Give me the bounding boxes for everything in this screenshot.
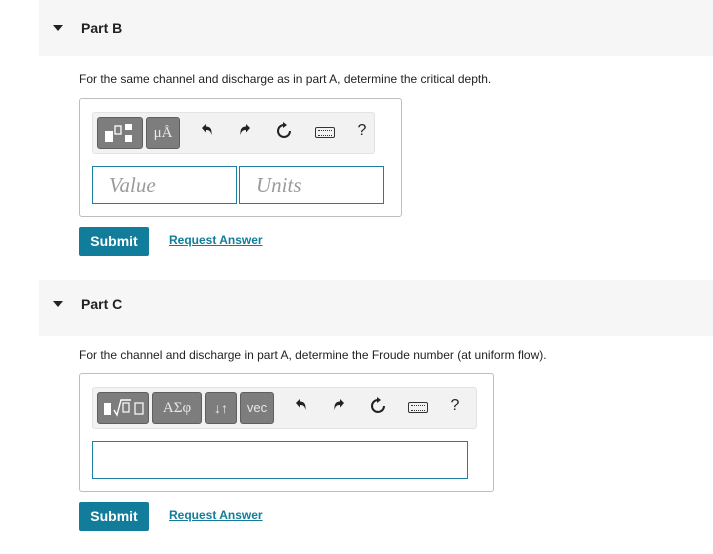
froude-number-input[interactable] xyxy=(92,441,468,479)
reset-icon[interactable] xyxy=(368,397,388,420)
value-input[interactable]: Value xyxy=(92,166,237,204)
part-b-submit-button[interactable]: Submit xyxy=(79,227,149,256)
vector-button[interactable]: vec xyxy=(240,392,274,424)
units-button[interactable]: μÅ xyxy=(146,117,180,149)
part-c-request-answer-link[interactable]: Request Answer xyxy=(169,508,263,522)
collapse-caret-icon[interactable] xyxy=(53,301,63,307)
part-b-request-answer-link[interactable]: Request Answer xyxy=(169,233,263,247)
redo-icon[interactable] xyxy=(329,397,349,418)
units-input[interactable]: Units xyxy=(239,166,384,204)
vector-label: vec xyxy=(246,400,268,415)
collapse-caret-icon[interactable] xyxy=(53,25,63,31)
keyboard-icon[interactable] xyxy=(315,127,335,138)
part-c-toolbar: ΑΣφ ↓↑ vec ? xyxy=(92,387,477,429)
redo-icon[interactable] xyxy=(235,122,255,143)
part-b-question: For the same channel and discharge as in… xyxy=(79,72,492,86)
templates-sqrt-icon xyxy=(98,393,148,423)
arrows-label: ↓↑ xyxy=(214,400,228,416)
arrows-button[interactable]: ↓↑ xyxy=(205,392,237,424)
part-b-title: Part B xyxy=(81,20,123,36)
reset-icon[interactable] xyxy=(274,122,294,145)
help-icon[interactable]: ? xyxy=(352,122,372,140)
greek-symbols-label: ΑΣφ xyxy=(162,400,192,416)
templates-icon xyxy=(98,118,142,148)
part-c-answer-box: ΑΣφ ↓↑ vec ? xyxy=(79,373,494,492)
units-button-label: μÅ xyxy=(153,125,173,141)
undo-icon[interactable] xyxy=(291,397,311,418)
part-c-header[interactable]: Part C xyxy=(39,280,713,336)
part-b-toolbar: μÅ ? xyxy=(92,112,375,154)
part-c-question: For the channel and discharge in part A,… xyxy=(79,348,547,362)
units-placeholder: Units xyxy=(256,173,302,197)
part-b-answer-box: μÅ ? Value Units xyxy=(79,98,402,217)
value-placeholder: Value xyxy=(109,173,156,197)
part-b-header[interactable]: Part B xyxy=(39,0,713,56)
help-icon[interactable]: ? xyxy=(445,397,465,415)
greek-symbols-button[interactable]: ΑΣφ xyxy=(152,392,202,424)
keyboard-icon[interactable] xyxy=(408,402,428,413)
part-c-title: Part C xyxy=(81,296,123,312)
templates-button[interactable] xyxy=(97,117,143,149)
templates-button[interactable] xyxy=(97,392,149,424)
part-c-submit-button[interactable]: Submit xyxy=(79,502,149,531)
undo-icon[interactable] xyxy=(197,122,217,143)
